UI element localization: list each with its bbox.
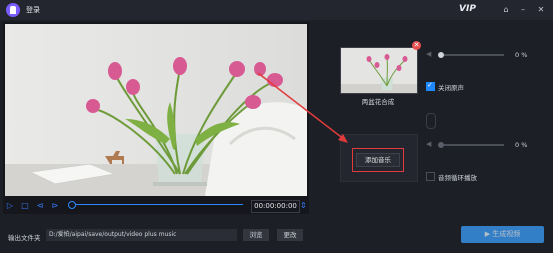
music-volume-value: 0 % [515, 141, 528, 149]
next-frame-icon[interactable]: ⊳ [50, 201, 60, 211]
vip-badge[interactable]: VIP [459, 4, 476, 14]
music-volume-handle[interactable] [438, 142, 444, 148]
player-controls: ▷ □ ⊲ ⊳ 00:00:00:00 ⇕ [3, 198, 309, 214]
link-icon[interactable] [426, 113, 436, 129]
thumbnail-image [341, 48, 417, 93]
output-path-field[interactable]: D:/爱拍/aipai/save/output/video plus music [46, 229, 237, 241]
app-logo-icon [6, 3, 20, 17]
output-folder-label: 输出文件夹 [8, 234, 41, 242]
title-bar: 登录 VIP ⌂ – ✕ [0, 0, 553, 20]
close-icon[interactable]: ✕ [535, 3, 547, 16]
browse-button[interactable]: 浏览 [243, 229, 269, 241]
video-name: 两盆花合成 [361, 98, 395, 106]
login-link[interactable]: 登录 [26, 5, 40, 15]
video-volume-handle[interactable] [438, 52, 444, 58]
time-spin-icon[interactable]: ⇕ [300, 201, 307, 210]
seek-bar[interactable] [73, 204, 243, 205]
output-bar: 输出文件夹 D:/爱拍/aipai/save/output/video plus… [0, 218, 553, 253]
video-volume-value: 0 % [515, 51, 528, 59]
video-panel: ▷ □ ⊲ ⊳ 00:00:00:00 ⇕ [3, 22, 309, 214]
music-volume-icon: ◀ [426, 140, 432, 148]
stop-icon[interactable]: □ [20, 201, 30, 211]
prev-frame-icon[interactable]: ⊲ [35, 201, 45, 211]
loop-audio-label: 音频循环播放 [438, 174, 477, 182]
video-preview[interactable] [5, 24, 307, 196]
settings-panel: ✕ 两盆花合成 ◀ 0 % 关闭原声 添加音乐 ◀ 0 % 音频循环播放 [318, 22, 550, 214]
minimize-icon[interactable]: – [517, 3, 529, 16]
change-button[interactable]: 更改 [277, 229, 303, 241]
mute-original-checkbox[interactable] [426, 81, 435, 91]
seek-handle[interactable] [68, 201, 76, 209]
music-volume-slider[interactable] [440, 144, 504, 146]
video-volume-slider[interactable] [440, 54, 504, 56]
generate-video-button[interactable]: ▶ 生成视频 [461, 226, 544, 243]
loop-audio-checkbox[interactable] [426, 172, 435, 181]
generate-video-label: 生成视频 [492, 230, 521, 238]
home-icon[interactable]: ⌂ [500, 3, 512, 16]
highlight-box [352, 148, 404, 172]
tulips-image [5, 24, 307, 196]
mute-original-label: 关闭原声 [438, 84, 464, 92]
time-display[interactable]: 00:00:00:00 [251, 200, 300, 213]
remove-video-icon[interactable]: ✕ [412, 41, 421, 50]
video-thumbnail[interactable] [340, 47, 418, 94]
volume-icon: ◀ [426, 50, 432, 58]
play-icon[interactable]: ▷ [5, 201, 15, 211]
